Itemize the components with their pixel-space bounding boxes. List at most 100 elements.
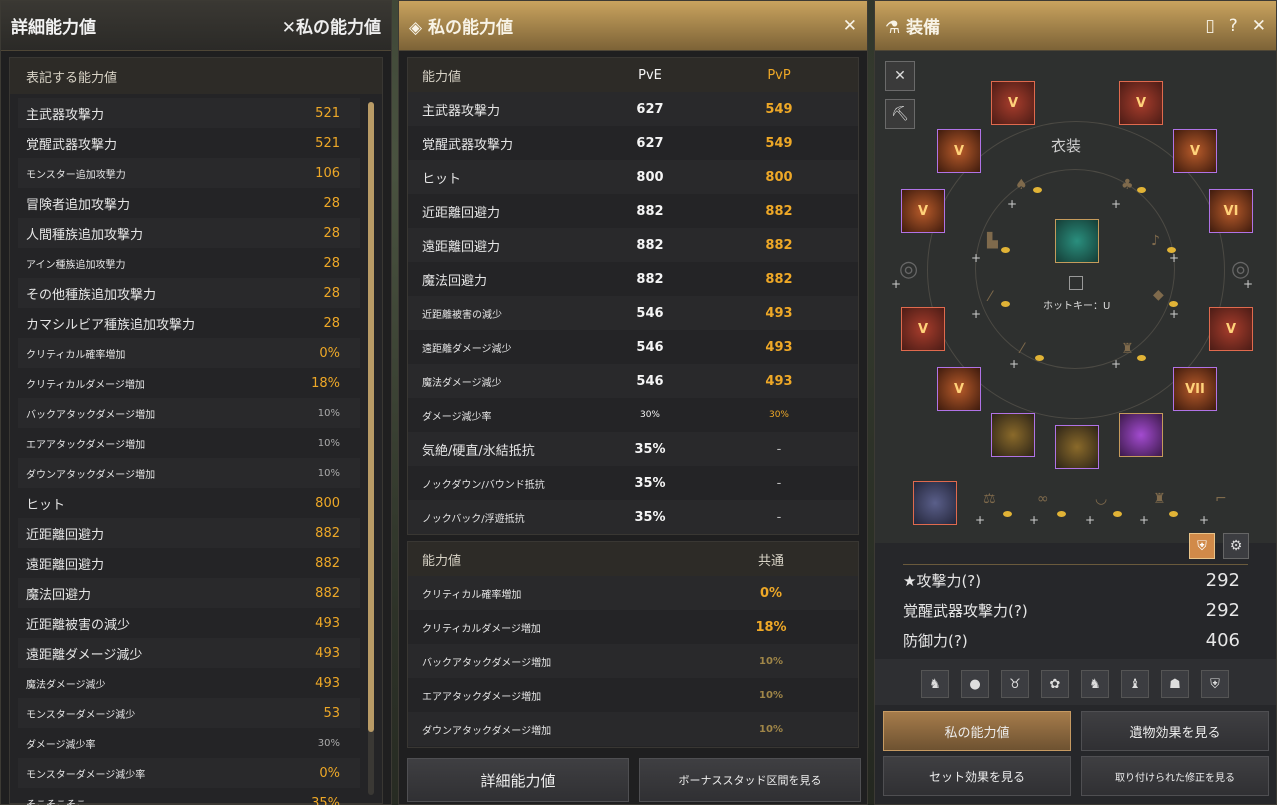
divider: [903, 564, 1248, 565]
paw-icon[interactable]: ✿: [1041, 670, 1069, 698]
pve-value: 546: [636, 339, 664, 355]
common-value: 10%: [759, 689, 783, 701]
gear-slot[interactable]: V: [901, 189, 945, 233]
stat-label: 近距離回避力: [422, 205, 501, 221]
my-stats-button[interactable]: 私の能力値: [883, 711, 1071, 751]
hotkey-checkbox[interactable]: [1069, 276, 1083, 290]
pve-value: 35%: [634, 509, 666, 525]
stat-value: 0%: [319, 345, 340, 361]
relic-effect-button[interactable]: 遺物効果を見る: [1081, 711, 1269, 751]
center-slot[interactable]: [1055, 219, 1099, 263]
class-icon[interactable]: ⛨: [1201, 670, 1229, 698]
armor-icon: ♜: [1121, 341, 1134, 357]
attack-value: 292: [1205, 569, 1240, 591]
costume-label: 衣装: [1051, 137, 1082, 155]
pvp-value: 882: [765, 271, 793, 287]
stat-value: 10%: [317, 467, 340, 479]
gear-slot[interactable]: V: [1173, 129, 1217, 173]
stat-label: エアアタックダメージ増加: [26, 439, 146, 451]
class-icon[interactable]: ☗: [1161, 670, 1189, 698]
pickaxe-icon[interactable]: ⛏: [885, 99, 915, 129]
scrollbar-thumb[interactable]: [368, 102, 374, 732]
clothes-icon: ♜: [1153, 491, 1166, 507]
attack-label: ★攻撃力(?): [903, 571, 982, 590]
pvp-value: 882: [765, 203, 793, 219]
attached-modifier-button[interactable]: 取り付けられた修正を見る: [1081, 756, 1269, 796]
equipment-area: ✕ ⛏ 衣装 ホットキー：U V V V V V VI V V V VII ♠ …: [875, 51, 1276, 559]
tool-slot[interactable]: [913, 481, 957, 525]
stat-label: カマシルビア種族追加攻撃力: [26, 317, 196, 333]
gear-slot[interactable]: VII: [1173, 367, 1217, 411]
stat-value: 28: [323, 255, 340, 271]
stat-row: 覚醒武器攻撃力 627 549: [408, 126, 858, 160]
gear-slot[interactable]: V: [937, 367, 981, 411]
inner-ring: [975, 169, 1175, 369]
dagger-icon: ⁄: [1021, 341, 1024, 357]
pvp-value: 549: [765, 101, 793, 117]
help-icon[interactable]: ?: [1229, 16, 1238, 36]
stat-label: クリティカル確率増加: [26, 349, 126, 361]
stat-value: 521: [315, 135, 340, 151]
stat-row: 主武器攻撃力 627 549: [408, 92, 858, 126]
rotate-right-icon[interactable]: ◎: [1231, 257, 1250, 282]
stat-row: 遠距離回避力 882 882: [408, 228, 858, 262]
scrollbar[interactable]: [368, 102, 374, 795]
stat-label: モンスターダメージ減少: [26, 709, 136, 721]
my-stats-panel: ◈ 私の能力値 ✕ 能力値 PvE PvP 主武器攻撃力 627 549 覚醒武器攻撃…: [398, 0, 868, 805]
stats-icon: ◈: [409, 18, 428, 38]
set-effect-button[interactable]: セット効果を見る: [883, 756, 1071, 796]
stat-label: クリティカルダメージ増加: [26, 379, 145, 391]
class-icon[interactable]: ♝: [1121, 670, 1149, 698]
bonus-stud-button[interactable]: ボーナススタッド区間を見る: [639, 758, 861, 802]
close-icon[interactable]: ✕: [1252, 16, 1266, 36]
stat-row: その他種族追加攻撃力 28: [18, 278, 360, 308]
stat-row: アイン種族追加攻撃力 28: [18, 248, 360, 278]
artifact-slot[interactable]: [1119, 413, 1163, 457]
stat-row: ダメージ減少率 30%: [18, 728, 360, 758]
stat-value: 18%: [311, 375, 340, 391]
class-icon[interactable]: ●: [961, 670, 989, 698]
stat-row: 遠距離ダメージ減少 546 493: [408, 330, 858, 364]
stat-label: ダウンアタックダメージ増加: [422, 725, 552, 737]
document-icon[interactable]: ▯: [1205, 16, 1214, 36]
awakening-weapon-slot[interactable]: [1055, 425, 1099, 469]
detailed-stats-panel: 詳細能力値 ✕私の能力値 表記する能力値 主武器攻撃力 521 覚醒武器攻撃力 521…: [0, 0, 392, 805]
stat-value: 493: [315, 615, 340, 631]
panel-header: ◈ 私の能力値 ✕: [399, 1, 867, 51]
gear-slot[interactable]: V: [1119, 81, 1163, 125]
stat-row: 近距離被害の減少 546 493: [408, 296, 858, 330]
class-icon[interactable]: ♞: [1081, 670, 1109, 698]
gear-slot[interactable]: V: [901, 307, 945, 351]
weapon-slot[interactable]: [991, 413, 1035, 457]
gear-slot[interactable]: V: [937, 129, 981, 173]
stat-row: クリティカル確率増加 0%: [408, 576, 858, 610]
class-icon[interactable]: ♞: [921, 670, 949, 698]
stat-row: 人間種族追加攻撃力 28: [18, 218, 360, 248]
panel-header: 詳細能力値 ✕私の能力値: [1, 1, 391, 51]
stat-row: バックアタックダメージ増加 10%: [18, 398, 360, 428]
close-icon[interactable]: ✕: [843, 16, 857, 36]
settings-gear-icon[interactable]: ⚙: [1223, 533, 1249, 559]
stat-label: クリティカル確率増加: [422, 589, 522, 601]
stat-value: 493: [315, 675, 340, 691]
detailed-stats-button[interactable]: 詳細能力値: [407, 758, 629, 802]
stat-row: カマシルビア種族追加攻撃力 28: [18, 308, 360, 338]
pve-value: 627: [636, 135, 664, 151]
stat-value: 882: [315, 525, 340, 541]
class-icon[interactable]: ♉: [1001, 670, 1029, 698]
table-header: 能力値 共通: [408, 542, 858, 576]
awakening-attack-label: 覚醒武器攻撃力(?): [903, 601, 1028, 620]
list-header: 表記する能力値: [10, 58, 382, 94]
gear-slot[interactable]: V: [991, 81, 1035, 125]
swords-icon[interactable]: ✕: [885, 61, 915, 91]
stat-label: 覚醒武器攻撃力: [422, 137, 514, 153]
shield-toggle-icon[interactable]: ⛨: [1189, 533, 1215, 559]
shield-icon: ◆: [1153, 287, 1164, 303]
hat-icon: ♣: [1121, 177, 1134, 193]
stat-value: 106: [315, 165, 340, 181]
rotate-left-icon[interactable]: ◎: [899, 257, 918, 282]
gear-slot[interactable]: VI: [1209, 189, 1253, 233]
stat-value: 10%: [317, 437, 340, 449]
gear-slot[interactable]: V: [1209, 307, 1253, 351]
stats-list-box: 表記する能力値 主武器攻撃力 521 覚醒武器攻撃力 521 モンスター追加攻撃力 106…: [9, 57, 383, 805]
